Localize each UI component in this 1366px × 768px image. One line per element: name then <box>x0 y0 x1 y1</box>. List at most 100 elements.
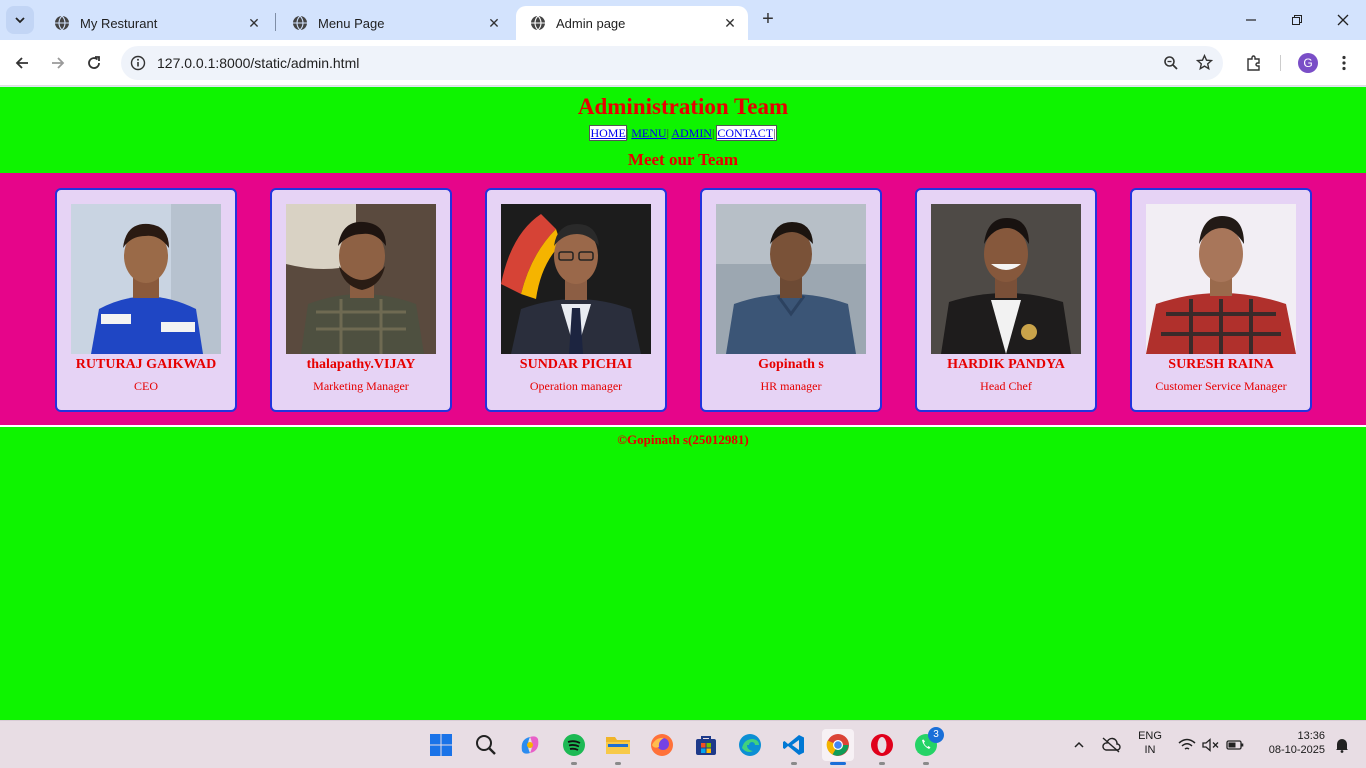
tab-admin-page[interactable]: Admin page ✕ <box>516 6 748 40</box>
nav-link-home[interactable]: HOME <box>590 126 625 140</box>
team-member-role: Marketing Manager <box>313 379 409 393</box>
windows-taskbar: 3 ENG IN 13:36 08-10-2025 <box>0 720 1366 768</box>
team-member-photo <box>1146 204 1296 354</box>
team-member-role: HR manager <box>760 379 822 393</box>
tab-menu-page[interactable]: Menu Page ✕ <box>278 6 512 40</box>
notifications-button[interactable] <box>1330 729 1354 761</box>
file-explorer-button[interactable] <box>602 729 634 765</box>
team-member-photo <box>931 204 1081 354</box>
extensions-button[interactable] <box>1240 49 1268 77</box>
microsoft-store-button[interactable] <box>690 729 722 761</box>
minimize-button[interactable] <box>1228 6 1274 34</box>
tab-separator <box>275 13 276 31</box>
close-icon[interactable]: ✕ <box>486 15 502 31</box>
quick-settings-button[interactable] <box>1174 729 1248 761</box>
nav-separator: | <box>711 126 715 140</box>
running-indicator <box>571 762 577 765</box>
bookmark-star-icon[interactable] <box>1196 54 1213 71</box>
zoom-icon[interactable] <box>1163 55 1179 71</box>
team-card: RUTURAJ GAIKWAD CEO <box>55 188 237 412</box>
clock[interactable]: 13:36 08-10-2025 <box>1252 730 1332 756</box>
team-member-role: Customer Service Manager <box>1155 379 1287 393</box>
url-text[interactable]: 127.0.0.1:8000/static/admin.html <box>157 55 359 71</box>
team-member-name: SURESH RAINA <box>1168 357 1274 372</box>
input-language[interactable]: ENG IN <box>1134 730 1166 756</box>
tab-title: Menu Page <box>318 15 385 31</box>
reload-button[interactable] <box>80 49 108 77</box>
new-tab-button[interactable]: + <box>756 8 780 32</box>
close-icon[interactable]: ✕ <box>246 15 262 31</box>
team-card: HARDIK PANDYA Head Chef <box>915 188 1097 412</box>
profile-avatar[interactable]: G <box>1298 53 1318 73</box>
team-card: SURESH RAINA Customer Service Manager <box>1130 188 1312 412</box>
nav-link-contact[interactable]: CONTACT <box>717 126 773 140</box>
vscode-button[interactable] <box>778 729 810 765</box>
spotify-icon <box>563 734 585 756</box>
opera-button[interactable] <box>866 729 898 765</box>
vscode-icon <box>783 735 804 755</box>
language-code: ENG <box>1138 730 1162 742</box>
nav-separator: | <box>666 126 669 140</box>
team-member-photo <box>501 204 651 354</box>
tab-search-button[interactable] <box>6 6 34 34</box>
back-button[interactable] <box>8 49 36 77</box>
store-icon <box>696 736 716 755</box>
nav-link-menu[interactable]: MENU <box>631 126 666 140</box>
volume-muted-icon <box>1202 738 1219 752</box>
running-indicator <box>615 762 621 765</box>
globe-icon <box>55 15 69 31</box>
puzzle-icon <box>1247 55 1260 71</box>
clock-date: 08-10-2025 <box>1268 744 1325 756</box>
team-member-name: RUTURAJ GAIKWAD <box>75 357 217 372</box>
running-indicator <box>791 762 797 765</box>
nav-link-admin[interactable]: ADMIN <box>671 126 712 140</box>
reload-icon <box>88 56 100 69</box>
restore-icon <box>1292 15 1302 25</box>
cloud-offline-icon <box>1102 737 1121 753</box>
restore-button[interactable] <box>1274 6 1320 34</box>
team-member-role: Operation manager <box>529 379 623 393</box>
taskbar-search-button[interactable] <box>470 729 502 761</box>
nav-bar: HOME| MENU| ADMIN| CONTACT| <box>0 125 1366 141</box>
address-bar[interactable]: 127.0.0.1:8000/static/admin.html <box>121 46 1223 80</box>
browser-menu-button[interactable] <box>1330 49 1358 77</box>
page-viewport: Administration Team HOME| MENU| ADMIN| C… <box>0 87 1366 720</box>
team-member-name: Gopinath s <box>758 357 824 372</box>
show-hidden-icons-button[interactable] <box>1064 729 1094 761</box>
globe-icon <box>293 15 307 31</box>
spotify-button[interactable] <box>558 729 590 765</box>
site-info-icon[interactable] <box>130 55 146 71</box>
toolbar-divider <box>1280 55 1281 71</box>
copilot-icon <box>521 736 539 754</box>
opera-icon <box>871 734 893 756</box>
tab-my-resturant[interactable]: My Resturant ✕ <box>40 6 272 40</box>
nav-separator: | <box>625 126 629 140</box>
close-icon <box>1337 14 1349 26</box>
tab-strip: My Resturant ✕ Menu Page ✕ Admin page ✕ … <box>0 0 1366 40</box>
forward-button[interactable] <box>44 49 72 77</box>
wifi-icon <box>1178 738 1196 750</box>
team-card: Gopinath s HR manager <box>700 188 882 412</box>
nav-separator: | <box>773 126 776 140</box>
firefox-button[interactable] <box>646 729 678 761</box>
whatsapp-button[interactable]: 3 <box>910 727 944 765</box>
close-window-button[interactable] <box>1320 6 1366 34</box>
region-code: IN <box>1144 744 1156 756</box>
minimize-icon <box>1246 19 1256 21</box>
browser-toolbar: 127.0.0.1:8000/static/admin.html G <box>0 40 1366 86</box>
copilot-button[interactable] <box>514 729 546 761</box>
team-member-name: SUNDAR PICHAI <box>519 357 633 372</box>
folder-icon <box>606 737 630 754</box>
edge-button[interactable] <box>734 729 766 761</box>
arrow-right-icon <box>52 57 65 69</box>
team-member-role: Head Chef <box>980 379 1032 393</box>
chrome-button[interactable] <box>822 729 854 765</box>
page-footer: ©Gopinath s(25012981) <box>617 432 749 447</box>
chevron-down-icon <box>15 17 25 24</box>
close-icon[interactable]: ✕ <box>722 15 738 31</box>
page-title: Administration Team <box>577 94 789 119</box>
team-member-name: HARDIK PANDYA <box>947 357 1065 372</box>
more-vertical-icon <box>1342 55 1346 71</box>
onedrive-button[interactable] <box>1096 729 1126 761</box>
start-button[interactable] <box>425 729 457 761</box>
